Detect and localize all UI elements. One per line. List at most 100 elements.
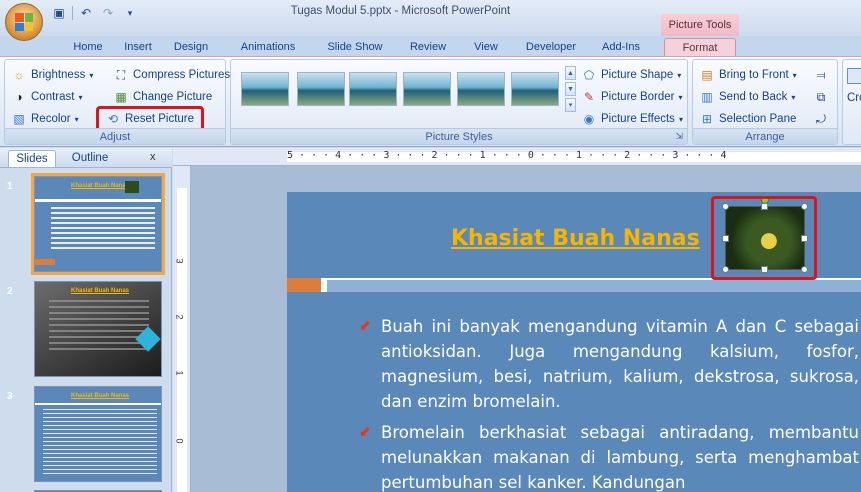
thumb-text-lines <box>51 207 155 251</box>
styles-scroll-up[interactable]: ▲ <box>565 66 576 80</box>
vertical-ruler[interactable]: 3 2 1 0 <box>173 166 191 492</box>
picture-shape-label: Picture Shape <box>601 69 674 81</box>
office-logo-icon <box>15 13 33 31</box>
group-objects-button[interactable]: ⧉ <box>813 87 829 107</box>
tab-developer[interactable]: Developer <box>518 38 584 56</box>
ruler-number: 3 <box>174 258 185 264</box>
bullet-text: Bromelain berkhasiat sebagai antiradang,… <box>381 423 859 492</box>
slides-pane: Slides Outline x 1 Khasiat Buah Nanas 2 … <box>0 148 172 492</box>
bring-to-front-button[interactable]: ▤ Bring to Front ▾ <box>699 65 796 85</box>
picture-border-button[interactable]: ✎ Picture Border ▾ <box>581 87 683 107</box>
selection-pane-label: Selection Pane <box>719 113 797 125</box>
recolor-icon: ▧ <box>13 112 25 126</box>
picture-style-5[interactable] <box>457 72 505 106</box>
tab-view[interactable]: View <box>466 38 506 56</box>
slide-thumbnail-1[interactable]: Khasiat Buah Nanas <box>31 173 165 275</box>
ruler-numbers: 5 · · · 4 · · · 3 · · · 2 · · · 1 · · · … <box>287 150 727 161</box>
ruler-number: 2 <box>174 314 185 320</box>
group-picture-styles: ▲ ▼ ▾ ⬠ Picture Shape ▾ ✎ Picture Border… <box>230 59 688 145</box>
styles-more[interactable]: ▾ <box>565 98 576 112</box>
slide-number: 3 <box>7 391 13 402</box>
ribbon: ☼ Brightness ▾ ⛶ Compress Pictures ◑ Con… <box>0 56 861 147</box>
crop-icon[interactable] <box>847 68 861 84</box>
chevron-down-icon: ▾ <box>678 92 683 102</box>
thumb-band <box>35 199 161 202</box>
tab-design[interactable]: Design <box>166 38 216 56</box>
slide-title[interactable]: Khasiat Buah Nanas <box>451 226 700 251</box>
tab-review[interactable]: Review <box>404 38 452 56</box>
thumb-title: Khasiat Buah Nanas <box>71 288 130 294</box>
styles-scroll-down[interactable]: ▼ <box>565 82 576 96</box>
group-size: Cro <box>842 59 861 145</box>
picture-style-6[interactable] <box>511 72 559 106</box>
group-arrange: ▤ Bring to Front ▾ ▥ Send to Back ▾ ⊞ Se… <box>692 59 838 145</box>
chevron-down-icon: ▾ <box>791 92 796 102</box>
dialog-launcher-icon[interactable]: ⇲ <box>675 131 683 142</box>
horizontal-ruler[interactable]: 5 · · · 4 · · · 3 · · · 2 · · · 1 · · · … <box>173 148 861 166</box>
chevron-down-icon: ▾ <box>677 70 682 80</box>
align-button[interactable]: ⫤ <box>813 65 829 85</box>
close-pane-icon[interactable]: x <box>150 151 156 163</box>
compress-pictures-button[interactable]: ⛶ Compress Pictures <box>113 65 230 85</box>
chevron-down-icon: ▾ <box>678 114 683 124</box>
picture-border-icon: ✎ <box>583 90 595 104</box>
send-to-back-button[interactable]: ▥ Send to Back ▾ <box>699 87 795 107</box>
slide-thumbnail-3[interactable]: Khasiat Buah Nanas <box>34 386 162 482</box>
ruler-number: 1 <box>174 370 185 376</box>
contrast-label: Contrast <box>31 91 75 103</box>
tab-outline[interactable]: Outline <box>62 150 118 167</box>
band-blue-bar <box>327 280 861 292</box>
align-icon: ⫤ <box>816 67 826 82</box>
slide-editor: 5 · · · 4 · · · 3 · · · 2 · · · 1 · · · … <box>173 148 861 492</box>
tab-format[interactable]: Format <box>664 38 736 56</box>
tab-slides[interactable]: Slides <box>8 150 56 167</box>
ruler-track <box>177 188 187 492</box>
slide-thumbnail-2[interactable]: Khasiat Buah Nanas <box>34 281 162 377</box>
bullet-arrow-icon: ⬋ <box>359 424 371 440</box>
office-button[interactable] <box>5 3 43 41</box>
tab-home[interactable]: Home <box>66 38 110 56</box>
slide-number: 2 <box>7 286 13 297</box>
contrast-button[interactable]: ◑ Contrast ▾ <box>11 87 82 107</box>
change-picture-button[interactable]: ▦ Change Picture <box>113 87 212 107</box>
picture-highlight <box>711 196 817 280</box>
slide-number: 1 <box>7 181 13 192</box>
slide-body[interactable]: ⬋ Buah ini banyak mengandung vitamin A d… <box>359 314 859 492</box>
picture-style-2[interactable] <box>297 72 345 106</box>
picture-style-1[interactable] <box>241 72 289 106</box>
tab-slide-show[interactable]: Slide Show <box>320 38 390 56</box>
bring-to-front-label: Bring to Front <box>719 69 789 81</box>
contrast-icon: ◑ <box>15 90 23 104</box>
title-bar: ▣ ↶ ↷ ▾ Tugas Modul 5.pptx - Microsoft P… <box>0 0 861 41</box>
send-back-icon: ▥ <box>701 90 713 104</box>
slide-canvas[interactable]: Khasiat Buah Nanas ⬋ Buah ini banyak men… <box>287 192 861 492</box>
tab-animations[interactable]: Animations <box>228 38 308 56</box>
title-band <box>287 278 861 292</box>
crop-label[interactable]: Cro <box>847 92 861 104</box>
compress-icon: ⛶ <box>116 67 126 82</box>
tab-add-ins[interactable]: Add-Ins <box>594 38 648 56</box>
band-orange-accent <box>287 278 321 292</box>
selection-pane-button[interactable]: ⊞ Selection Pane <box>699 109 796 129</box>
picture-style-4[interactable] <box>403 72 451 106</box>
bullet-text: Buah ini banyak mengandung vitamin A dan… <box>381 317 859 411</box>
picture-shape-button[interactable]: ⬠ Picture Shape ▾ <box>581 65 681 85</box>
picture-styles-group-label: Picture Styles <box>231 128 687 144</box>
recolor-button[interactable]: ▧ Recolor ▾ <box>11 109 78 129</box>
tab-insert[interactable]: Insert <box>116 38 160 56</box>
bullet-arrow-icon: ⬋ <box>359 318 371 334</box>
rotate-button[interactable]: ⤾ <box>813 109 829 129</box>
chevron-down-icon: ▾ <box>89 70 94 80</box>
pane-tabs: Slides Outline x <box>0 148 172 168</box>
picture-border-label: Picture Border <box>601 91 675 103</box>
group-icon: ⧉ <box>816 89 826 104</box>
thumb-text-lines <box>49 300 149 354</box>
selection-pane-icon: ⊞ <box>701 112 713 126</box>
picture-effects-button[interactable]: ◉ Picture Effects ▾ <box>581 109 683 129</box>
picture-style-3[interactable] <box>349 72 397 106</box>
rotate-icon: ⤾ <box>816 111 826 126</box>
brightness-button[interactable]: ☼ Brightness ▾ <box>11 65 94 85</box>
ruler-number: 0 <box>174 438 185 444</box>
recolor-label: Recolor <box>31 113 71 125</box>
bring-front-icon: ▤ <box>701 68 713 82</box>
